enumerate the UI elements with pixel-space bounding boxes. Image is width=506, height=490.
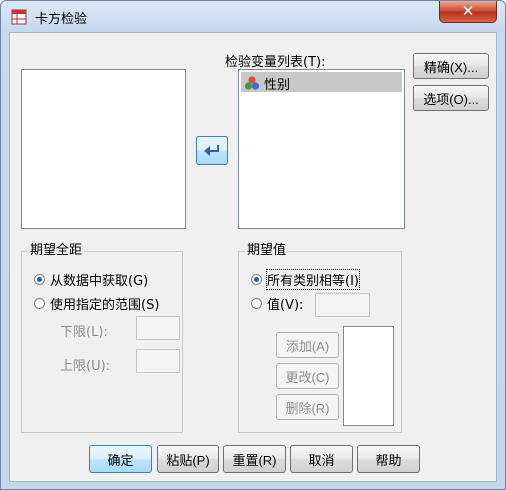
options-button[interactable]: 选项(O)... bbox=[413, 85, 489, 111]
expected-range-group: 期望全距 从数据中获取(G) 使用指定的范围(S) 下限(L): 上限(U): bbox=[21, 243, 183, 433]
lower-bound-label: 下限(L): bbox=[60, 325, 108, 340]
help-button[interactable]: 帮助 bbox=[357, 445, 420, 473]
move-variable-button[interactable] bbox=[196, 136, 228, 165]
values-input[interactable] bbox=[315, 293, 370, 317]
upper-bound-label: 上限(U): bbox=[60, 359, 111, 374]
all-categories-equal-label: 所有类别相等(I) bbox=[266, 269, 360, 290]
nominal-variable-icon bbox=[244, 76, 260, 90]
use-range-label: 使用指定的范围(S) bbox=[50, 298, 160, 313]
reset-button[interactable]: 重置(R) bbox=[223, 445, 286, 473]
paste-button[interactable]: 粘贴(P) bbox=[157, 445, 219, 473]
expected-values-group: 期望值 所有类别相等(I) 值(V): 添加(A) 更改(C) 删除(R) bbox=[238, 243, 402, 433]
all-categories-equal-radio[interactable] bbox=[251, 274, 262, 285]
use-range-radio[interactable] bbox=[34, 298, 45, 309]
arrow-left-icon bbox=[204, 144, 219, 156]
window-title: 卡方检验 bbox=[35, 12, 88, 27]
ok-button[interactable]: 确定 bbox=[89, 445, 152, 473]
close-icon: ✕ bbox=[461, 2, 475, 20]
cancel-button[interactable]: 取消 bbox=[290, 445, 353, 473]
spss-table-icon bbox=[11, 9, 27, 25]
title-bar: 卡方检验 ✕ bbox=[1, 1, 505, 31]
close-button[interactable]: ✕ bbox=[439, 1, 497, 23]
expected-values-title: 期望值 bbox=[245, 243, 289, 259]
expected-range-title: 期望全距 bbox=[28, 243, 85, 259]
list-item[interactable]: 性别 bbox=[241, 72, 402, 93]
from-data-radio[interactable] bbox=[34, 274, 45, 285]
chi-square-dialog: 卡方检验 ✕ 检验变量列表(T): 性别 精确(X)... 选项(O)... 期… bbox=[0, 0, 506, 490]
source-variable-list[interactable] bbox=[21, 69, 186, 229]
values-radio[interactable] bbox=[251, 298, 262, 309]
expected-values-list[interactable] bbox=[343, 326, 394, 426]
dialog-body: 检验变量列表(T): 性别 精确(X)... 选项(O)... 期望全距 从数据… bbox=[9, 32, 497, 482]
change-button[interactable]: 更改(C) bbox=[276, 363, 339, 389]
add-button[interactable]: 添加(A) bbox=[276, 332, 339, 358]
remove-button[interactable]: 删除(R) bbox=[276, 394, 339, 420]
test-variable-list[interactable]: 性别 bbox=[238, 69, 405, 229]
exact-button[interactable]: 精确(X)... bbox=[413, 53, 489, 79]
test-variable-label: 检验变量列表(T): bbox=[225, 55, 326, 70]
upper-bound-input[interactable] bbox=[136, 349, 180, 373]
lower-bound-input[interactable] bbox=[136, 316, 180, 340]
from-data-label: 从数据中获取(G) bbox=[50, 274, 149, 289]
values-label: 值(V): bbox=[267, 298, 304, 313]
list-item-label: 性别 bbox=[264, 78, 291, 93]
